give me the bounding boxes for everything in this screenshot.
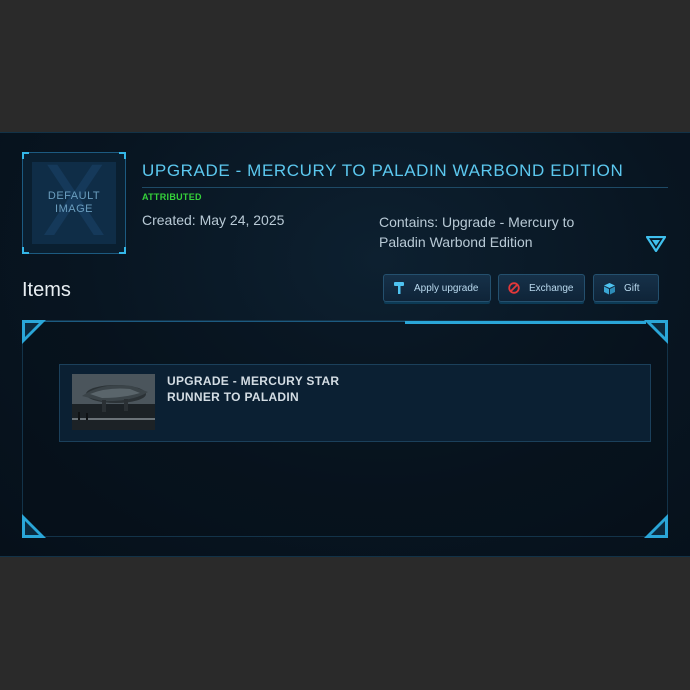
- item-name: UPGRADE - MERCURY STAR RUNNER TO PALADIN: [167, 374, 340, 404]
- default-image-label: DEFAULT IMAGE: [32, 190, 116, 216]
- thumbnail-corner: [119, 152, 126, 159]
- expand-chevron-icon[interactable]: [646, 236, 666, 252]
- frame-corner-icon: [644, 320, 668, 344]
- spaceship-thumbnail: [72, 374, 155, 430]
- title-divider: [142, 187, 668, 188]
- apply-upgrade-label: Apply upgrade: [414, 282, 479, 294]
- frame-corner-icon: [644, 514, 668, 538]
- pledge-thumbnail: X DEFAULT IMAGE: [22, 152, 126, 254]
- items-frame-topline: [44, 321, 405, 322]
- status-badge: ATTRIBUTED: [142, 192, 202, 202]
- default-image-line1: DEFAULT: [47, 190, 101, 202]
- frame-corner-icon: [22, 514, 46, 538]
- exchange-label: Exchange: [529, 282, 574, 294]
- items-heading: Items: [22, 279, 71, 301]
- frame-corner-icon: [22, 320, 46, 344]
- gift-button[interactable]: Gift: [593, 274, 659, 302]
- no-entry-icon: [507, 281, 521, 295]
- thumbnail-corner: [119, 247, 126, 254]
- gift-label: Gift: [624, 282, 640, 294]
- default-image: X DEFAULT IMAGE: [32, 162, 116, 244]
- items-frame-accent: [405, 321, 646, 324]
- wrench-icon: [392, 281, 406, 295]
- apply-upgrade-button[interactable]: Apply upgrade: [383, 274, 491, 302]
- exchange-button[interactable]: Exchange: [498, 274, 585, 302]
- thumbnail-corner: [22, 247, 29, 254]
- gift-box-icon: [602, 281, 616, 295]
- contains-text: Contains: Upgrade - Mercury to Paladin W…: [379, 214, 575, 250]
- pledge-title: UPGRADE - MERCURY TO PALADIN WARBOND EDI…: [142, 161, 624, 180]
- created-date: Created: May 24, 2025: [142, 212, 285, 228]
- thumbnail-corner: [22, 152, 29, 159]
- default-image-line2: IMAGE: [55, 203, 93, 215]
